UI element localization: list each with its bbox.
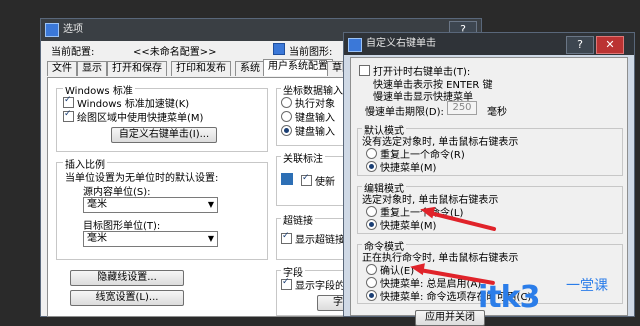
default-repeat-radio[interactable] [366,148,377,159]
tab-open-save[interactable]: 打开和保存 [107,61,167,76]
default-mode-group: 默认模式 没有选定对象时, 单击鼠标右键表示 重复上一个命令(R) 快捷菜单(M… [357,122,623,176]
target-units-value: 毫米 [87,233,107,244]
dimension-icon [281,173,293,185]
coord-option-2-radio[interactable] [281,111,292,122]
watermark-logo: itk3 [478,280,540,315]
custom-right-click-dialog: 自定义右键单击 ? ✕ 打开计时右键单击(T): 快速单击表示按 ENTER 键… [343,32,635,326]
insert-scale-desc: 当单位设置为无单位时的默认设置: [65,173,219,184]
target-units-select[interactable]: 毫米 ▼ [83,231,218,247]
edit-repeat-radio[interactable] [366,206,377,217]
lineweight-settings-button[interactable]: 线宽设置(L)... [70,290,184,306]
chevron-down-icon: ▼ [207,234,214,243]
tab-plot-publish[interactable]: 打印和发布 [171,61,231,76]
source-units-select[interactable]: 毫米 ▼ [83,197,218,213]
shortcut-menus-label: 绘图区域中使用快捷菜单(M) [77,113,204,124]
shortcut-menus-checkbox[interactable] [63,109,74,122]
coord-option-3-label: 键盘输入 [295,127,335,138]
coord-option-3-radio[interactable] [281,125,292,136]
accelerator-keys-label: Windows 标准加速键(K) [77,99,190,110]
custom-right-click-button[interactable]: 自定义右键单击(I)... [111,127,217,143]
command-confirm-radio[interactable] [366,264,377,275]
edit-shortcut-label: 快捷菜单(M) [380,221,437,232]
tab-file[interactable]: 文件 [47,61,77,76]
drawing-icon [273,43,285,55]
tab-user-preferences[interactable]: 用户系统配置 [263,59,333,76]
close-button[interactable]: ✕ [596,36,624,54]
help-button[interactable]: ? [566,36,594,54]
associative-dim-legend: 关联标注 [281,150,325,165]
coord-option-2-label: 键盘输入 [295,113,335,124]
associative-dim-checkbox[interactable] [301,173,312,186]
timed-right-click-checkbox[interactable] [359,65,370,76]
coord-option-1-radio[interactable] [281,97,292,108]
associative-dim-label: 使新 [315,177,335,188]
hyperlink-legend: 超链接 [281,212,315,227]
apply-close-button[interactable]: 应用并关闭 [415,310,485,326]
accelerator-keys-checkbox[interactable] [63,95,74,108]
watermark-subtext: 一堂课 [566,278,608,294]
command-options-radio[interactable] [366,290,377,301]
insert-scale-group: 插入比例 当单位设置为无单位时的默认设置: 源内容单位(S): 毫米 ▼ 目标图… [56,156,268,260]
tab-display[interactable]: 显示 [77,61,107,76]
current-profile-value: <<未命名配置>> [133,47,217,58]
hyperlink-label: 显示超链接 [295,235,345,246]
annotation-arrow-head [409,260,425,276]
target-units-label: 目标图形单位(T): [83,221,161,232]
command-always-radio[interactable] [366,277,377,288]
duration-unit: 毫秒 [487,107,507,118]
hidden-line-settings-button[interactable]: 隐藏线设置... [70,270,184,286]
app-icon [45,23,59,37]
field-checkbox[interactable] [281,277,292,290]
duration-label: 慢速单击期限(D): [365,107,444,118]
windows-standard-group: Windows 标准 Windows 标准加速键(K) 绘图区域中使用快捷菜单(… [56,82,268,152]
dialog-title: 自定义右键单击 [366,38,436,49]
field-label: 显示字段的 [295,281,345,292]
default-shortcut-radio[interactable] [366,161,377,172]
options-title: 选项 [63,24,83,35]
default-shortcut-label: 快捷菜单(M) [380,163,437,174]
tab-system[interactable]: 系统 [235,61,265,76]
chevron-down-icon: ▼ [207,200,214,209]
current-profile-label: 当前配置: [51,47,95,58]
dialog-titlebar: 自定义右键单击 ? ✕ [344,33,634,55]
edit-shortcut-radio[interactable] [366,219,377,230]
coord-option-1-label: 执行对象 [295,99,335,110]
hyperlink-checkbox[interactable] [281,231,292,244]
current-drawing-label: 当前图形: [289,47,333,58]
duration-input[interactable]: 250 [447,101,477,115]
app-icon [348,38,362,52]
source-units-label: 源内容单位(S): [83,187,151,198]
source-units-value: 毫米 [87,199,107,210]
